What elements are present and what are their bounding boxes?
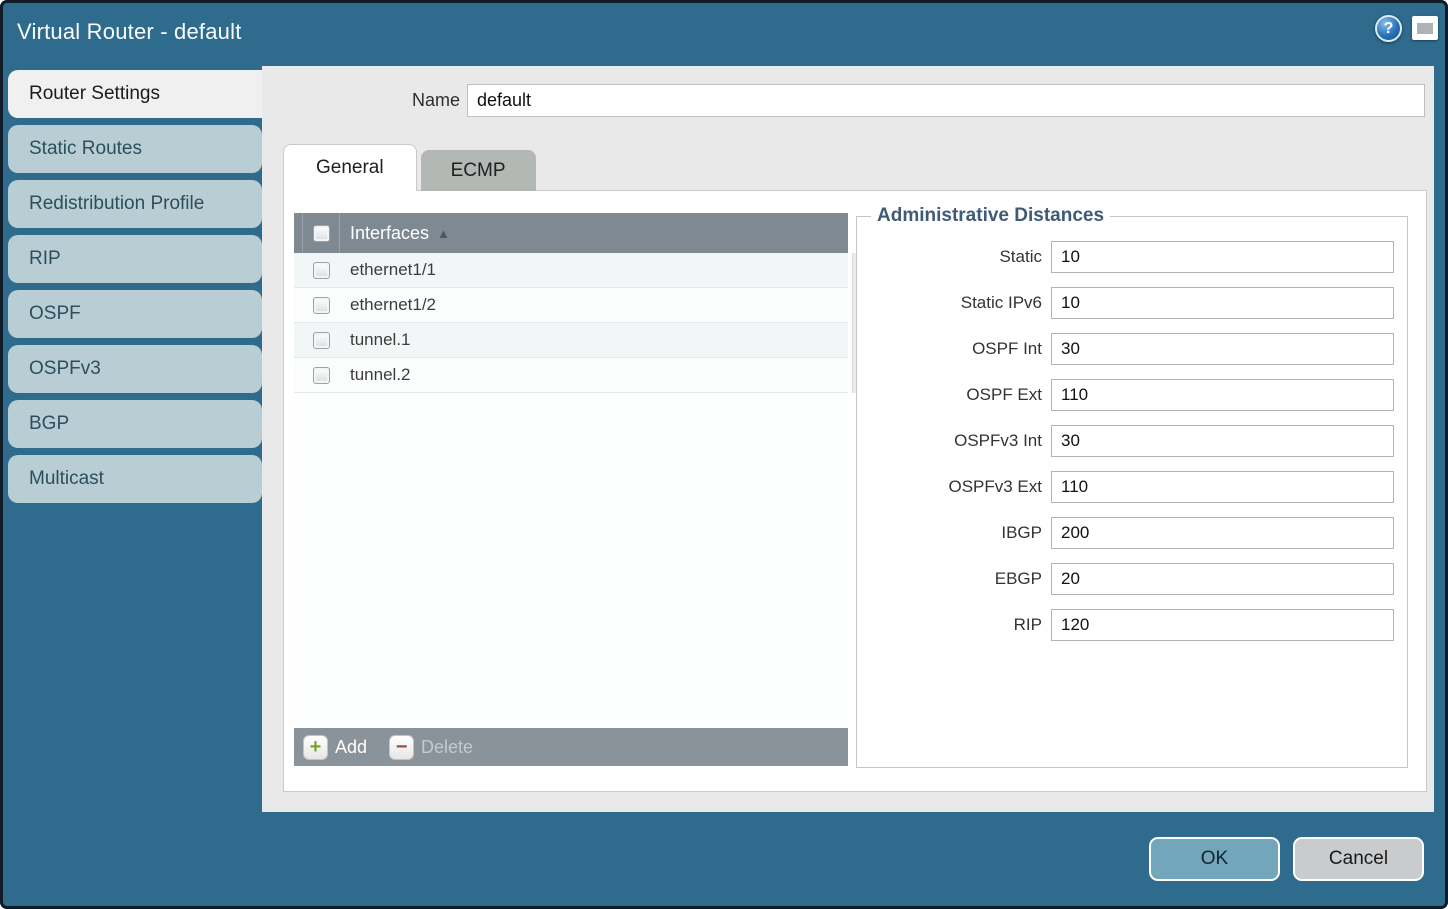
row-checkbox[interactable] (313, 332, 330, 349)
interface-name: tunnel.2 (350, 365, 411, 385)
add-button[interactable]: + Add (303, 735, 367, 760)
admin-distance-label: RIP (869, 615, 1051, 635)
sidebar-item-label: OSPF (29, 303, 81, 325)
ok-button[interactable]: OK (1149, 837, 1280, 881)
row-checkbox-cell (302, 297, 340, 314)
admin-distance-row: Static (869, 241, 1395, 273)
admin-distance-row: IBGP (869, 517, 1395, 549)
dialog-title: Virtual Router - default (17, 19, 242, 45)
interfaces-table-footer: + Add − Delete (294, 728, 848, 766)
table-row[interactable]: tunnel.1 (294, 323, 848, 358)
admin-distance-input[interactable] (1051, 563, 1394, 595)
sidebar-item-label: RIP (29, 248, 61, 270)
admin-distance-input[interactable] (1051, 241, 1394, 273)
add-button-label: Add (335, 737, 367, 758)
interface-name: tunnel.1 (350, 330, 411, 350)
admin-distance-input[interactable] (1051, 379, 1394, 411)
sidebar-item[interactable]: Multicast (8, 455, 262, 503)
row-checkbox-cell (302, 332, 340, 349)
select-all-checkbox[interactable] (313, 225, 330, 242)
row-checkbox[interactable] (313, 367, 330, 384)
admin-distance-label: IBGP (869, 523, 1051, 543)
interface-name: ethernet1/2 (350, 295, 436, 315)
sidebar-item[interactable]: RIP (8, 235, 262, 283)
admin-distance-row: Static IPv6 (869, 287, 1395, 319)
admin-distance-input[interactable] (1051, 471, 1394, 503)
admin-distance-label: EBGP (869, 569, 1051, 589)
row-checkbox-cell (302, 262, 340, 279)
administrative-distances-fieldset: Administrative Distances Static Static I… (856, 205, 1408, 768)
minimize-icon[interactable] (1412, 16, 1438, 40)
sidebar-item[interactable]: Static Routes (8, 125, 262, 173)
sidebar-item[interactable]: BGP (8, 400, 262, 448)
tab[interactable]: ECMP (421, 150, 536, 191)
sidebar-item-label: OSPFv3 (29, 358, 101, 380)
admin-distance-input[interactable] (1051, 517, 1394, 549)
admin-distance-input[interactable] (1051, 425, 1394, 457)
admin-distance-input[interactable] (1051, 609, 1394, 641)
admin-distance-label: OSPFv3 Int (869, 431, 1051, 451)
admin-distance-input[interactable] (1051, 333, 1394, 365)
table-row[interactable]: ethernet1/2 (294, 288, 848, 323)
interfaces-table: Interfaces ▲ ethernet1/1 (294, 213, 848, 766)
name-label: Name (380, 90, 460, 111)
admin-distance-row: EBGP (869, 563, 1395, 595)
row-checkbox[interactable] (313, 297, 330, 314)
tab-label: ECMP (451, 160, 506, 182)
main-panel: Name General ECMP Inte (262, 66, 1434, 812)
sidebar-item[interactable]: OSPFv3 (8, 345, 262, 393)
help-icon[interactable]: ? (1375, 15, 1402, 42)
row-checkbox[interactable] (313, 262, 330, 279)
interfaces-table-body: ethernet1/1 ethernet1/2 (294, 253, 848, 728)
tab-strip: General ECMP (283, 144, 540, 191)
minimize-icon-glyph (1417, 23, 1433, 34)
admin-distance-label: OSPFv3 Ext (869, 477, 1051, 497)
admin-distance-input[interactable] (1051, 287, 1394, 319)
admin-distance-fields: Static Static IPv6 OSPF Int (869, 227, 1395, 641)
general-tab-content: Interfaces ▲ ethernet1/1 (283, 190, 1427, 792)
delete-button-label: Delete (421, 737, 473, 758)
sort-asc-icon: ▲ (437, 226, 450, 241)
plus-glyph: + (310, 737, 322, 757)
header-checkbox-cell (302, 213, 340, 253)
minus-glyph: − (396, 737, 408, 757)
sidebar-item[interactable]: Router Settings (8, 70, 264, 118)
delete-button[interactable]: − Delete (389, 735, 473, 760)
admin-distance-label: OSPF Ext (869, 385, 1051, 405)
titlebar: Virtual Router - default ? (0, 0, 1448, 66)
admin-distance-row: OSPF Int (869, 333, 1395, 365)
sidebar-item-label: Router Settings (29, 83, 160, 105)
admin-distance-row: OSPFv3 Int (869, 425, 1395, 457)
admin-distance-label: OSPF Int (869, 339, 1051, 359)
cancel-button[interactable]: Cancel (1293, 837, 1424, 881)
admin-distance-label: Static (869, 247, 1051, 267)
interfaces-table-header: Interfaces ▲ (294, 213, 848, 253)
table-row[interactable]: tunnel.2 (294, 358, 848, 393)
admin-distance-row: OSPFv3 Ext (869, 471, 1395, 503)
add-plus-icon: + (303, 735, 328, 760)
sidebar-item-label: Redistribution Profile (29, 193, 204, 215)
tab-label: General (316, 157, 384, 179)
virtual-router-dialog: Virtual Router - default ? Router Settin… (0, 0, 1448, 909)
table-row[interactable]: ethernet1/1 (294, 253, 848, 288)
delete-minus-icon: − (389, 735, 414, 760)
interface-name: ethernet1/1 (350, 260, 436, 280)
sidebar-item-label: Static Routes (29, 138, 142, 160)
name-input[interactable] (467, 84, 1425, 117)
sidebar-item-label: Multicast (29, 468, 104, 490)
tab[interactable]: General (283, 144, 417, 191)
sidebar-item[interactable]: OSPF (8, 290, 262, 338)
admin-distance-row: RIP (869, 609, 1395, 641)
sidebar-item[interactable]: Redistribution Profile (8, 180, 262, 228)
sidebar-item-label: BGP (29, 413, 69, 435)
administrative-distances-legend: Administrative Distances (871, 205, 1110, 227)
admin-distance-label: Static IPv6 (869, 293, 1051, 313)
interfaces-column-header[interactable]: Interfaces (350, 223, 429, 244)
admin-distance-row: OSPF Ext (869, 379, 1395, 411)
row-checkbox-cell (302, 367, 340, 384)
sidebar: Router Settings Static Routes Redistribu… (8, 70, 262, 510)
